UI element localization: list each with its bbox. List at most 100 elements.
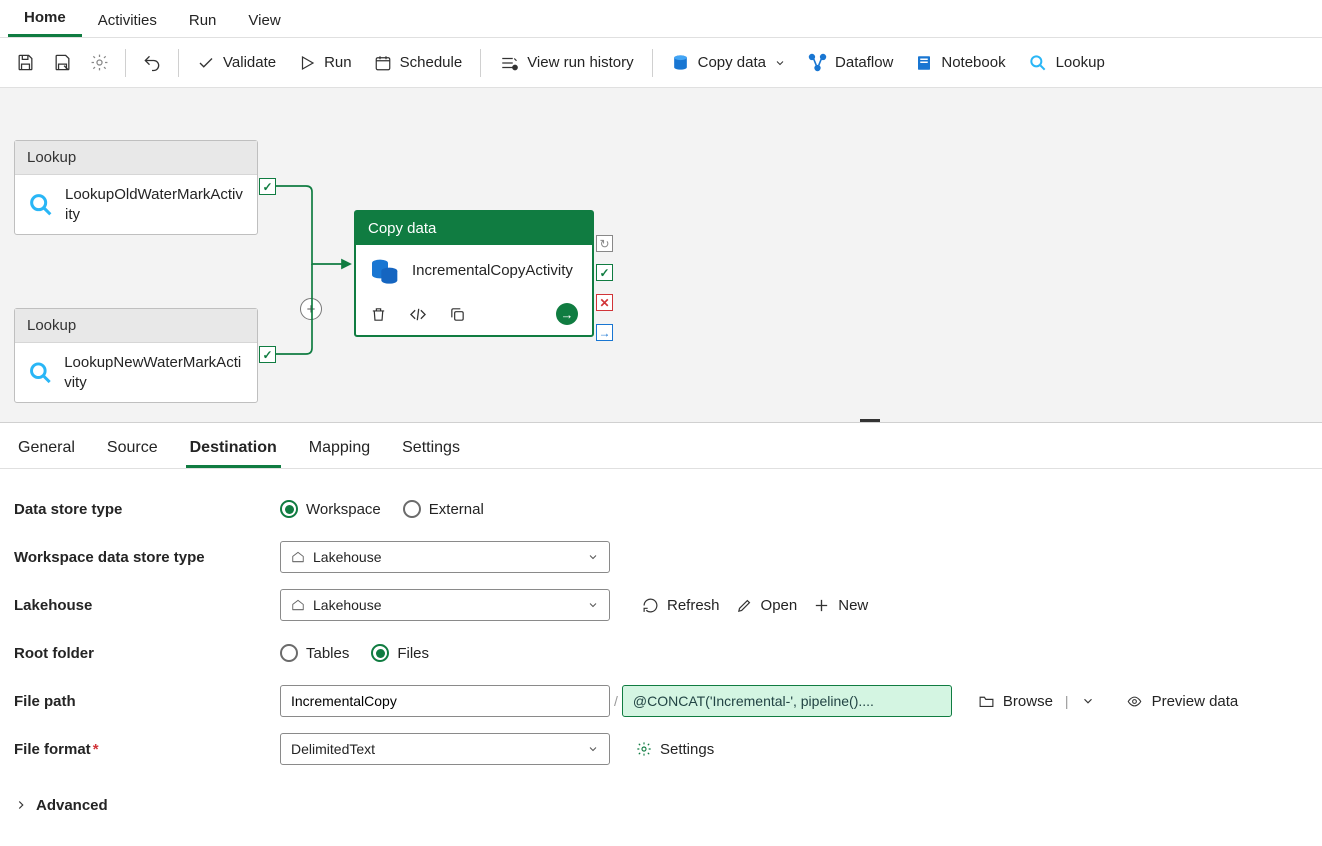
tab-run[interactable]: Run	[173, 4, 233, 37]
external-radio[interactable]: External	[403, 500, 484, 518]
copy-data-button[interactable]: Copy data	[661, 47, 796, 78]
lookup-label: Lookup	[1056, 54, 1105, 71]
preview-data-button[interactable]: Preview data	[1117, 689, 1247, 714]
tab-general[interactable]: General	[14, 431, 79, 468]
history-icon	[499, 54, 519, 72]
code-icon[interactable]	[409, 306, 427, 323]
undo-icon	[142, 53, 162, 73]
lookup-button[interactable]: Lookup	[1018, 47, 1115, 79]
files-radio-label: Files	[397, 645, 429, 662]
destination-form: Data store type Workspace External Works…	[0, 469, 1322, 845]
chevron-down-icon	[587, 551, 599, 563]
success-badge: ✓	[596, 264, 613, 281]
file-path-label: File path	[14, 693, 280, 710]
file-format-label: File format*	[14, 741, 280, 758]
divider	[480, 49, 481, 77]
activity-name: LookupNewWaterMarkActivity	[64, 353, 245, 392]
splitter-handle[interactable]	[860, 419, 880, 423]
tab-mapping[interactable]: Mapping	[305, 431, 374, 468]
lakehouse-icon	[291, 550, 305, 564]
lakehouse-icon	[291, 598, 305, 612]
flow-icon	[808, 53, 827, 72]
check-icon	[197, 54, 215, 72]
advanced-toggle[interactable]: Advanced	[14, 793, 116, 818]
divider	[178, 49, 179, 77]
chevron-down-icon	[774, 57, 786, 69]
open-label: Open	[761, 597, 798, 614]
database-icon	[368, 255, 400, 287]
property-tabs: General Source Destination Mapping Setti…	[0, 423, 1322, 469]
chevron-down-icon	[587, 743, 599, 755]
view-history-label: View run history	[527, 54, 633, 71]
edit-icon	[736, 597, 753, 614]
files-radio[interactable]: Files	[371, 644, 429, 662]
ws-data-store-dropdown[interactable]: Lakehouse	[280, 541, 610, 573]
save-button[interactable]	[8, 47, 43, 78]
search-icon	[1028, 53, 1048, 73]
view-history-button[interactable]: View run history	[489, 48, 643, 78]
refresh-icon	[642, 597, 659, 614]
activity-lookup-new[interactable]: Lookup LookupNewWaterMarkActivity	[14, 308, 258, 403]
tab-activities[interactable]: Activities	[82, 4, 173, 37]
new-button[interactable]: New	[805, 593, 876, 618]
schedule-button[interactable]: Schedule	[364, 48, 473, 78]
ws-data-store-value: Lakehouse	[313, 549, 382, 565]
activity-name: IncrementalCopyActivity	[412, 261, 573, 281]
activity-lookup-old[interactable]: Lookup LookupOldWaterMarkActivity	[14, 140, 258, 235]
plus-icon	[813, 597, 830, 614]
search-icon	[27, 190, 55, 220]
save-as-icon	[53, 53, 72, 72]
play-icon	[298, 54, 316, 72]
validate-label: Validate	[223, 54, 276, 71]
save-as-button[interactable]	[45, 47, 80, 78]
new-label: New	[838, 597, 868, 614]
file-format-value: DelimitedText	[291, 741, 375, 757]
activity-type-label: Lookup	[15, 141, 257, 175]
run-activity-button[interactable]: →	[556, 303, 578, 325]
status-grey-badge: ↻	[596, 235, 613, 252]
search-icon	[27, 358, 54, 388]
format-settings-label: Settings	[660, 741, 714, 758]
delete-icon[interactable]	[370, 306, 387, 323]
dataflow-label: Dataflow	[835, 54, 893, 71]
file-format-dropdown[interactable]: DelimitedText	[280, 733, 610, 765]
tab-destination[interactable]: Destination	[186, 431, 281, 468]
format-settings-button[interactable]: Settings	[628, 737, 722, 762]
notebook-label: Notebook	[941, 54, 1005, 71]
notebook-button[interactable]: Notebook	[905, 48, 1015, 78]
data-store-type-label: Data store type	[14, 501, 280, 518]
tables-radio-label: Tables	[306, 645, 349, 662]
lakehouse-dropdown[interactable]: Lakehouse	[280, 589, 610, 621]
tab-view[interactable]: View	[232, 4, 296, 37]
refresh-label: Refresh	[667, 597, 720, 614]
refresh-button[interactable]: Refresh	[634, 593, 728, 618]
copy-data-label: Copy data	[698, 54, 766, 71]
run-button[interactable]: Run	[288, 48, 362, 78]
tab-home[interactable]: Home	[8, 1, 82, 37]
workspace-radio[interactable]: Workspace	[280, 500, 381, 518]
activity-type-label: Lookup	[15, 309, 257, 343]
tab-source[interactable]: Source	[103, 431, 162, 468]
folder-icon	[978, 693, 995, 710]
file-path-dir-input[interactable]	[280, 685, 610, 717]
activity-copy-data[interactable]: Copy data IncrementalCopyActivity →	[354, 210, 594, 337]
open-button[interactable]: Open	[728, 593, 806, 618]
undo-button[interactable]	[134, 47, 170, 79]
advanced-label: Advanced	[36, 797, 108, 814]
browse-chevron[interactable]	[1073, 690, 1103, 712]
divider	[652, 49, 653, 77]
lakehouse-label: Lakehouse	[14, 597, 280, 614]
copy-icon[interactable]	[449, 306, 466, 323]
connector	[276, 264, 356, 358]
tables-radio[interactable]: Tables	[280, 644, 349, 662]
validate-button[interactable]: Validate	[187, 48, 286, 78]
pipeline-canvas[interactable]: Lookup LookupOldWaterMarkActivity ✓ Look…	[0, 88, 1322, 423]
file-path-expression[interactable]: @CONCAT('Incremental-', pipeline()....	[622, 685, 952, 717]
settings-gear-button[interactable]	[82, 47, 117, 78]
browse-button[interactable]: Browse	[970, 689, 1061, 714]
dataflow-button[interactable]: Dataflow	[798, 47, 903, 78]
schedule-label: Schedule	[400, 54, 463, 71]
tab-settings[interactable]: Settings	[398, 431, 464, 468]
skipped-badge: →	[596, 324, 613, 341]
chevron-right-icon	[14, 798, 28, 812]
